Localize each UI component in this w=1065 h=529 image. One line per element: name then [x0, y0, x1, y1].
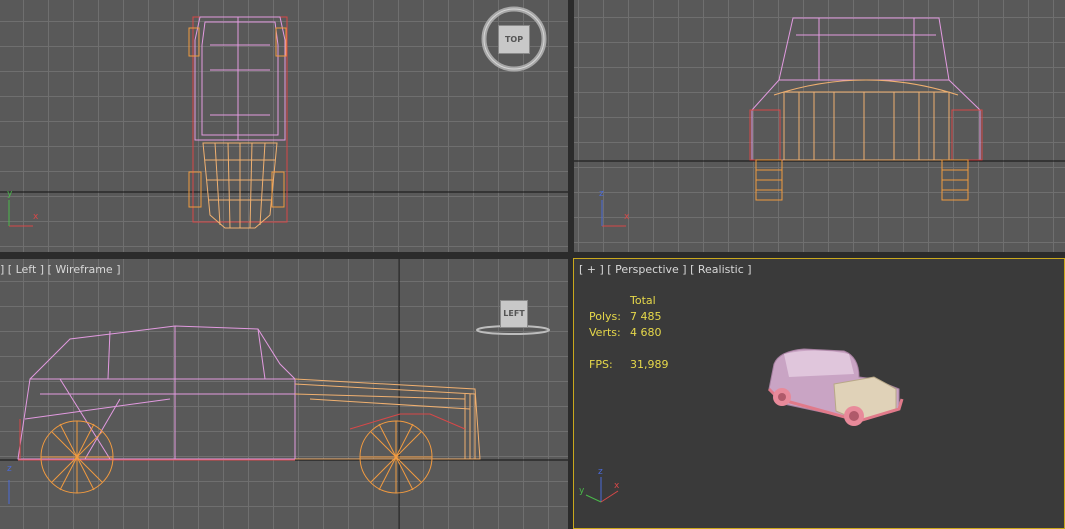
axis-z-letter: z: [7, 464, 12, 474]
axis-y-letter: y: [7, 189, 13, 199]
viewport-left[interactable]: ] [ Left ] [ Wireframe ] LEFT: [0, 259, 568, 529]
viewcube-top-face[interactable]: TOP: [498, 25, 530, 54]
front-wheel: [359, 420, 433, 494]
axis-y-letter: y: [579, 486, 585, 496]
rear-wheel: [40, 420, 114, 494]
viewcube-left-face[interactable]: LEFT: [500, 300, 528, 328]
axis-x-letter: x: [33, 212, 39, 222]
viewport-perspective[interactable]: [ + ] [ Perspective ] [ Realistic ] Tota…: [573, 258, 1065, 529]
axis-z-letter: z: [599, 189, 604, 199]
front-view-scene: [574, 17, 1065, 227]
viewcube-top-icon[interactable]: TOP: [479, 6, 549, 76]
axis-tripod-icon: [601, 200, 626, 227]
viewport-top[interactable]: TOP: [0, 0, 568, 252]
car-model: [767, 348, 904, 426]
viewcube-left-icon[interactable]: LEFT: [476, 297, 551, 337]
axis-tripod-icon: [8, 200, 33, 227]
perspective-scene: [585, 348, 904, 503]
viewport-front[interactable]: [574, 0, 1065, 252]
axis-z-letter: z: [598, 467, 603, 477]
axis-x-letter: x: [624, 212, 630, 222]
axis-x-letter: x: [614, 481, 620, 491]
